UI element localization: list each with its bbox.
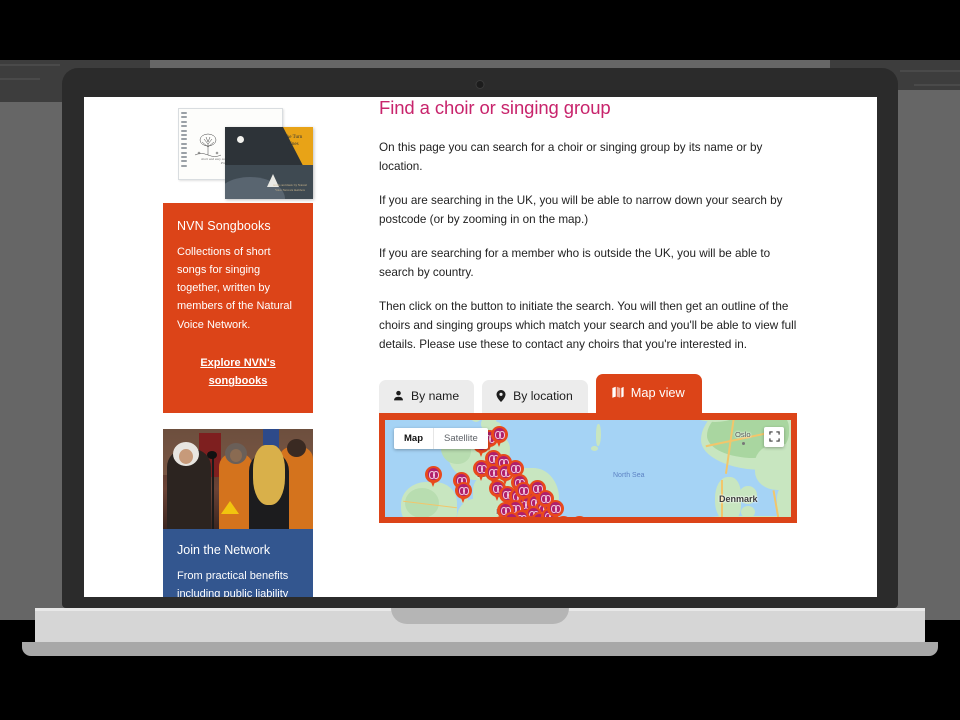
fullscreen-button[interactable] bbox=[764, 426, 784, 447]
intro-paragraph-2: If you are searching in the UK, you will… bbox=[379, 193, 783, 226]
map-label-north-sea: North Sea bbox=[613, 471, 645, 479]
tab-by-location[interactable]: By location bbox=[482, 379, 588, 413]
explore-songbooks-link[interactable]: Explore NVN's songbooks bbox=[177, 354, 299, 391]
map-marker bbox=[493, 515, 510, 517]
intro-paragraph-4: Then click on the button to initiate the… bbox=[379, 299, 797, 351]
map-panel[interactable]: North Sea Denmark Hamburg Oslo Dublin Is… bbox=[379, 412, 797, 523]
join-network-photo bbox=[163, 429, 313, 530]
moon-graphic bbox=[237, 136, 244, 143]
songbook-back-credit: words and music by Natural Voice Network… bbox=[273, 183, 307, 192]
main-content: Find a choir or singing group On this pa… bbox=[379, 97, 799, 523]
laptop-base-lip bbox=[22, 642, 938, 656]
backdrop-hairline bbox=[0, 64, 60, 66]
google-map[interactable]: North Sea Denmark Hamburg Oslo Dublin Is… bbox=[385, 419, 791, 517]
fullscreen-icon bbox=[768, 431, 780, 442]
webcam-icon bbox=[475, 80, 485, 89]
songbooks-card-heading: NVN Songbooks bbox=[177, 219, 271, 233]
search-tabs: By name By location Map view bbox=[379, 373, 799, 413]
tab-by-name[interactable]: By name bbox=[379, 379, 475, 413]
laptop-mockup: to grace the earth short and easy songs … bbox=[22, 68, 938, 656]
backdrop-hairline bbox=[914, 84, 960, 86]
songbook-cover-back: The Turn Lines words and music by Natura… bbox=[225, 127, 313, 199]
map-label-denmark: Denmark bbox=[719, 493, 758, 504]
tab-by-location-label: By location bbox=[513, 388, 573, 403]
nvn-songbooks-card: NVN Songbooks Collections of short songs… bbox=[163, 203, 313, 414]
tab-by-name-label: By name bbox=[411, 388, 460, 403]
folded-map-icon bbox=[612, 386, 624, 398]
tab-map-view-label: Map view bbox=[630, 384, 685, 400]
songbooks-card-body: Collections of short songs for singing t… bbox=[177, 246, 292, 331]
songbook-back-title: The Turn Lines bbox=[283, 135, 303, 147]
map-marker bbox=[571, 515, 588, 517]
sidebar: to grace the earth short and easy songs … bbox=[163, 97, 313, 597]
map-marker bbox=[491, 425, 508, 448]
join-network-body: From practical benefits including public… bbox=[177, 570, 289, 597]
map-type-control[interactable]: Map Satellite bbox=[394, 427, 488, 449]
songbooks-image: to grace the earth short and easy songs … bbox=[163, 97, 313, 203]
person-icon bbox=[394, 390, 403, 401]
map-marker bbox=[455, 481, 472, 504]
backdrop-hairline bbox=[0, 78, 40, 80]
laptop-base-notch bbox=[391, 608, 569, 624]
laptop-screen: to grace the earth short and easy songs … bbox=[84, 97, 877, 597]
map-pin-icon bbox=[496, 389, 506, 402]
map-label-oslo: Oslo bbox=[735, 429, 751, 439]
page-title: Find a choir or singing group bbox=[379, 97, 611, 118]
intro-paragraph-1: On this page you can search for a choir … bbox=[379, 141, 763, 173]
join-network-heading: Join the Network bbox=[177, 543, 271, 558]
screenshot-stage: to grace the earth short and easy songs … bbox=[0, 0, 960, 720]
web-page: to grace the earth short and easy songs … bbox=[84, 97, 877, 597]
spiral-binding-icon bbox=[181, 112, 187, 178]
tab-map-view[interactable]: Map view bbox=[595, 373, 702, 413]
intro-paragraph-3: If you are searching for a member who is… bbox=[379, 246, 771, 279]
tree-illustration-icon bbox=[194, 133, 222, 157]
map-marker bbox=[547, 499, 564, 517]
map-marker bbox=[425, 465, 442, 488]
backdrop-hairline bbox=[900, 70, 960, 72]
map-type-map[interactable]: Map bbox=[394, 428, 433, 449]
join-network-card: Join the Network From practical benefits… bbox=[163, 529, 313, 597]
map-type-satellite[interactable]: Satellite bbox=[433, 427, 488, 449]
